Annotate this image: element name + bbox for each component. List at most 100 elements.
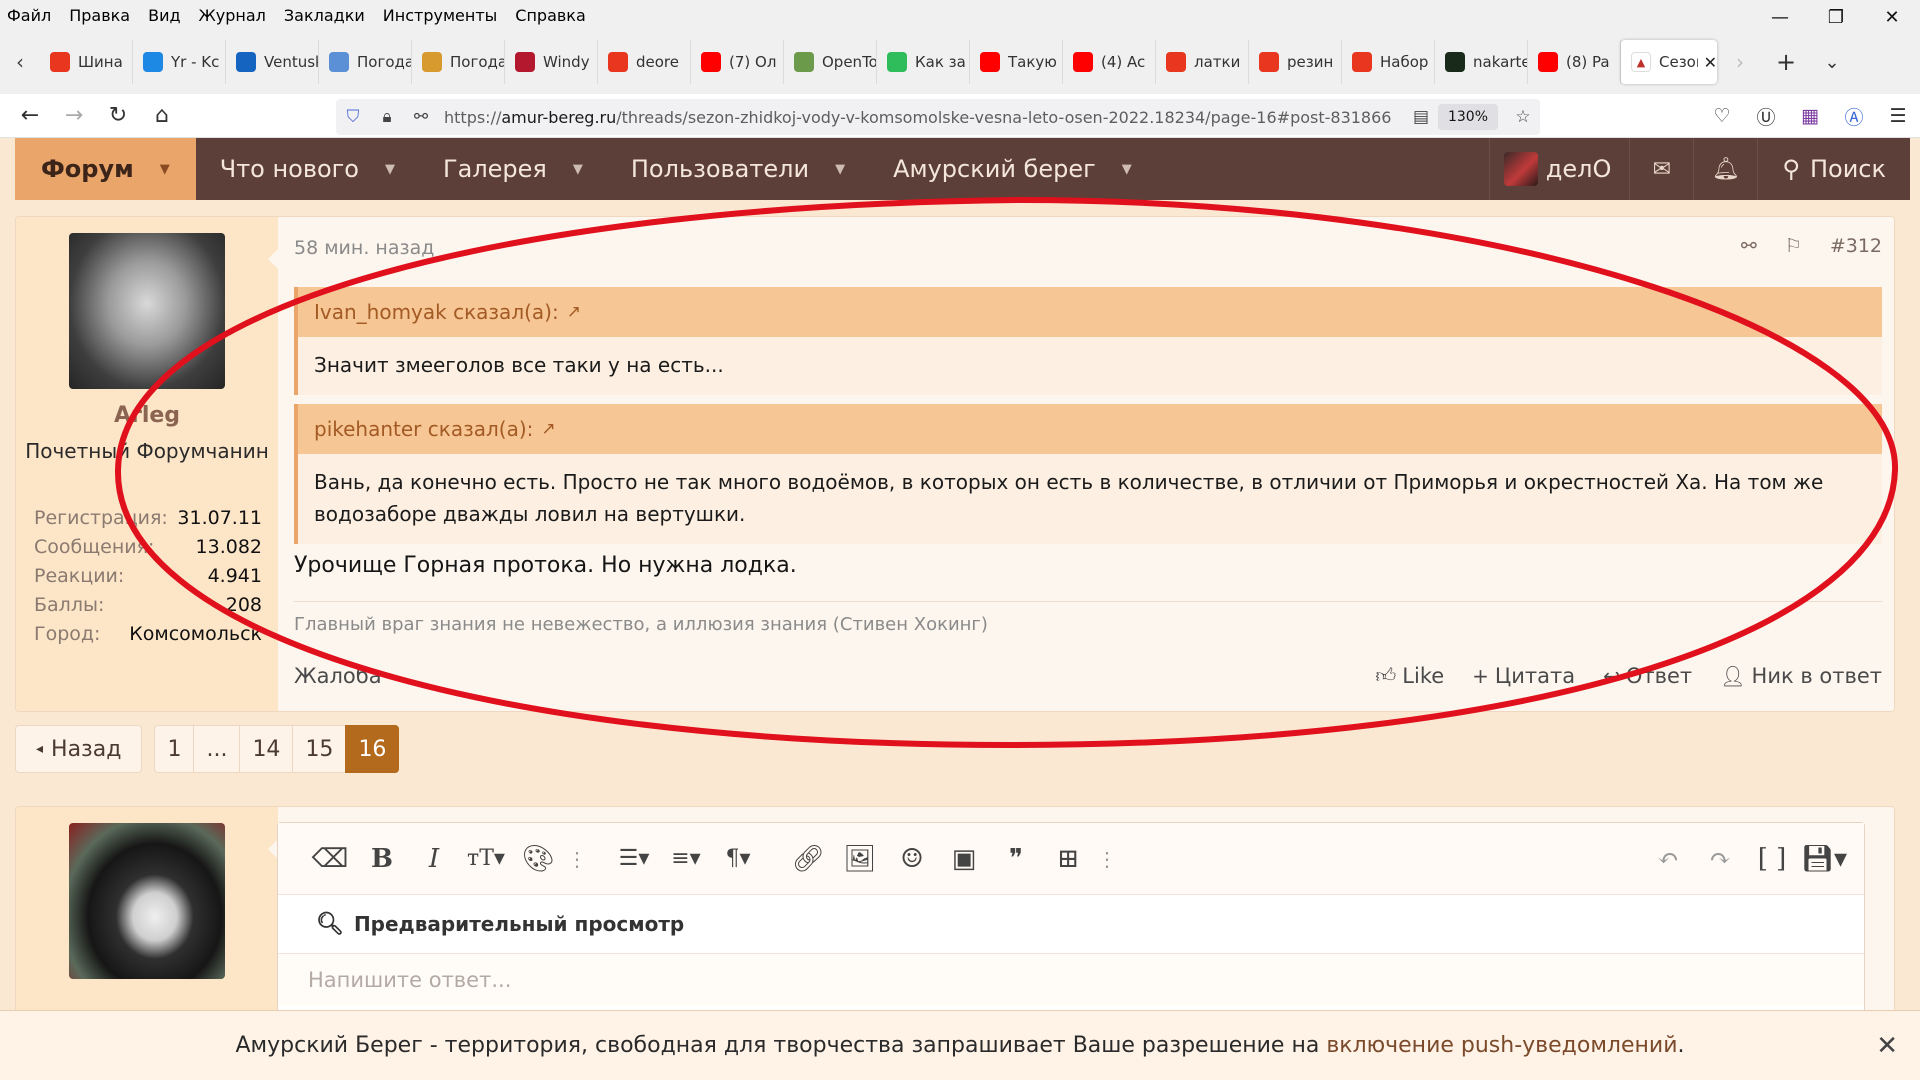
close-notice-icon[interactable]: ✕ [1876, 1031, 1898, 1061]
reply-button[interactable]: ↩ Ответ [1603, 664, 1692, 688]
tab-item[interactable]: резин [1249, 40, 1342, 84]
pocket-icon[interactable]: ♡ [1700, 94, 1744, 138]
inbox-icon[interactable]: ✉ [1629, 138, 1693, 200]
tab-active[interactable]: ▲ Сезон ✕ [1621, 40, 1717, 84]
menu-hamburger-icon[interactable]: ☰ [1876, 94, 1920, 138]
list-tabs-icon[interactable]: ⌄ [1809, 30, 1855, 94]
page-ellipsis[interactable]: ... [193, 725, 241, 773]
menu-help[interactable]: Справка [506, 6, 595, 25]
undo-icon[interactable]: ↶ [1642, 839, 1694, 879]
caret-down-icon[interactable]: ▼ [835, 162, 845, 177]
post-author-name[interactable]: Arleg [16, 403, 278, 428]
tab-item[interactable]: Ventusky [226, 40, 319, 84]
tab-item[interactable]: deore [598, 40, 691, 84]
tab-item[interactable]: латки [1156, 40, 1249, 84]
reload-icon[interactable]: ↻ [96, 94, 140, 138]
new-tab-icon[interactable]: + [1763, 30, 1809, 94]
quote-header[interactable]: Ivan_homyak сказал(а): ↗ [298, 287, 1882, 337]
preview-toggle[interactable]: 🔍︎ Предварительный просмотр [278, 895, 1864, 953]
external-link-icon[interactable]: ↗ [541, 419, 555, 439]
tab-item[interactable]: Yr - Kc [133, 40, 226, 84]
more-options-icon[interactable]: ⋮ [1094, 839, 1120, 879]
tab-item[interactable]: Как за [877, 40, 970, 84]
tab-item[interactable]: Шина [40, 40, 133, 84]
share-icon[interactable]: ⚯ [1741, 235, 1757, 257]
tab-item[interactable]: Такую [970, 40, 1063, 84]
close-window-icon[interactable]: ✕ [1864, 0, 1920, 34]
smiley-icon[interactable]: ☺ [886, 839, 938, 879]
menu-bookmarks[interactable]: Закладки [275, 6, 374, 25]
tab-item[interactable]: Windy [505, 40, 598, 84]
zoom-level[interactable]: 130% [1437, 104, 1498, 130]
url-text[interactable]: https://amur-bereg.ru/threads/sezon-zhid… [444, 108, 1404, 127]
bookmark-icon[interactable]: ⚐ [1785, 235, 1802, 257]
list-icon[interactable]: ☰▾ [608, 839, 660, 879]
ublock-icon[interactable]: Ⓤ [1744, 94, 1788, 138]
tab-item[interactable]: (8) Pa [1528, 40, 1621, 84]
nav-amur-bereg[interactable]: Амурский берег ▼ [869, 138, 1156, 200]
tabs-scroll-right-icon[interactable]: › [1717, 30, 1763, 94]
paragraph-icon[interactable]: ¶▾ [712, 839, 764, 879]
menu-view[interactable]: Вид [139, 6, 189, 25]
eraser-icon[interactable]: ⌫ [304, 839, 356, 879]
media-icon[interactable]: ▣ [938, 839, 990, 879]
quote-header[interactable]: pikehanter сказал(а): ↗ [298, 404, 1882, 454]
minimize-icon[interactable]: — [1752, 0, 1808, 34]
italic-icon[interactable]: I [408, 839, 460, 879]
tab-item[interactable]: Погода [412, 40, 505, 84]
external-link-icon[interactable]: ↗ [567, 302, 581, 322]
quote-icon[interactable]: ❞ [990, 839, 1042, 879]
caret-down-icon[interactable]: ▼ [1122, 162, 1132, 177]
post-number[interactable]: #312 [1830, 235, 1882, 257]
report-link[interactable]: Жалоба [294, 664, 1347, 688]
prev-page-button[interactable]: ◂ Назад [15, 725, 143, 773]
quote-author[interactable]: Ivan_homyak сказал(а): [314, 300, 559, 324]
back-icon[interactable]: ← [8, 94, 52, 138]
tab-item[interactable]: Набор [1342, 40, 1435, 84]
link-icon[interactable]: 🔗︎ [782, 839, 834, 879]
align-icon[interactable]: ≡▾ [660, 839, 712, 879]
menu-history[interactable]: Журнал [190, 6, 275, 25]
forward-icon[interactable]: → [52, 94, 96, 138]
tab-item[interactable]: (4) Ac [1063, 40, 1156, 84]
user-menu[interactable]: делО [1488, 138, 1630, 200]
home-icon[interactable]: ⌂ [140, 94, 184, 138]
tab-item[interactable]: OpenTopo [784, 40, 877, 84]
reader-view-icon[interactable]: ▤ [1404, 107, 1438, 127]
menu-file[interactable]: Файл [0, 6, 60, 25]
menu-edit[interactable]: Правка [60, 6, 139, 25]
bell-icon[interactable]: 🔔︎ [1693, 138, 1757, 200]
caret-down-icon[interactable]: ▼ [573, 162, 583, 177]
nav-forum[interactable]: Форум ▼ [15, 138, 196, 200]
page-14[interactable]: 14 [239, 725, 294, 773]
translate-icon[interactable]: Ⓐ [1832, 94, 1876, 138]
page-current[interactable]: 16 [345, 725, 400, 773]
extension-icon[interactable]: ▦ [1788, 94, 1832, 138]
palette-icon[interactable]: 🎨︎ [512, 839, 564, 879]
permissions-icon[interactable]: ⚯ [404, 107, 438, 127]
push-notice-link[interactable]: включение push-уведомлений [1326, 1033, 1677, 1058]
search-button[interactable]: ⚲ Поиск [1757, 138, 1910, 200]
caret-down-icon[interactable]: ▼ [385, 162, 395, 177]
redo-icon[interactable]: ↷ [1694, 839, 1746, 879]
image-icon[interactable]: 🖼︎ [834, 839, 886, 879]
more-options-icon[interactable]: ⋮ [564, 839, 590, 879]
tab-item[interactable]: nakarte [1435, 40, 1528, 84]
table-icon[interactable]: ⊞ [1042, 839, 1094, 879]
caret-down-icon[interactable]: ▼ [160, 162, 170, 177]
lock-icon[interactable]: 🔒︎ [370, 107, 404, 127]
stat-value[interactable]: 13.082 [196, 536, 262, 558]
tab-item[interactable]: Погода [319, 40, 412, 84]
menu-tools[interactable]: Инструменты [374, 6, 507, 25]
nick-reply-button[interactable]: 👤︎ Ник в ответ [1720, 664, 1882, 688]
tab-item[interactable]: (7) Ол [691, 40, 784, 84]
nav-gallery[interactable]: Галерея ▼ [419, 138, 607, 200]
quote-author[interactable]: pikehanter сказал(а): [314, 417, 533, 441]
reply-input[interactable]: Напишите ответ... [278, 953, 1864, 1006]
page-15[interactable]: 15 [292, 725, 347, 773]
fullscreen-icon[interactable]: [ ] [1746, 839, 1798, 879]
save-draft-icon[interactable]: 💾︎▾ [1798, 839, 1850, 879]
nav-users[interactable]: Пользователи ▼ [607, 138, 869, 200]
url-bar[interactable]: ⛉ 🔒︎ ⚯ https://amur-bereg.ru/threads/sez… [336, 99, 1540, 135]
tabs-scroll-left-icon[interactable]: ‹ [0, 30, 40, 94]
